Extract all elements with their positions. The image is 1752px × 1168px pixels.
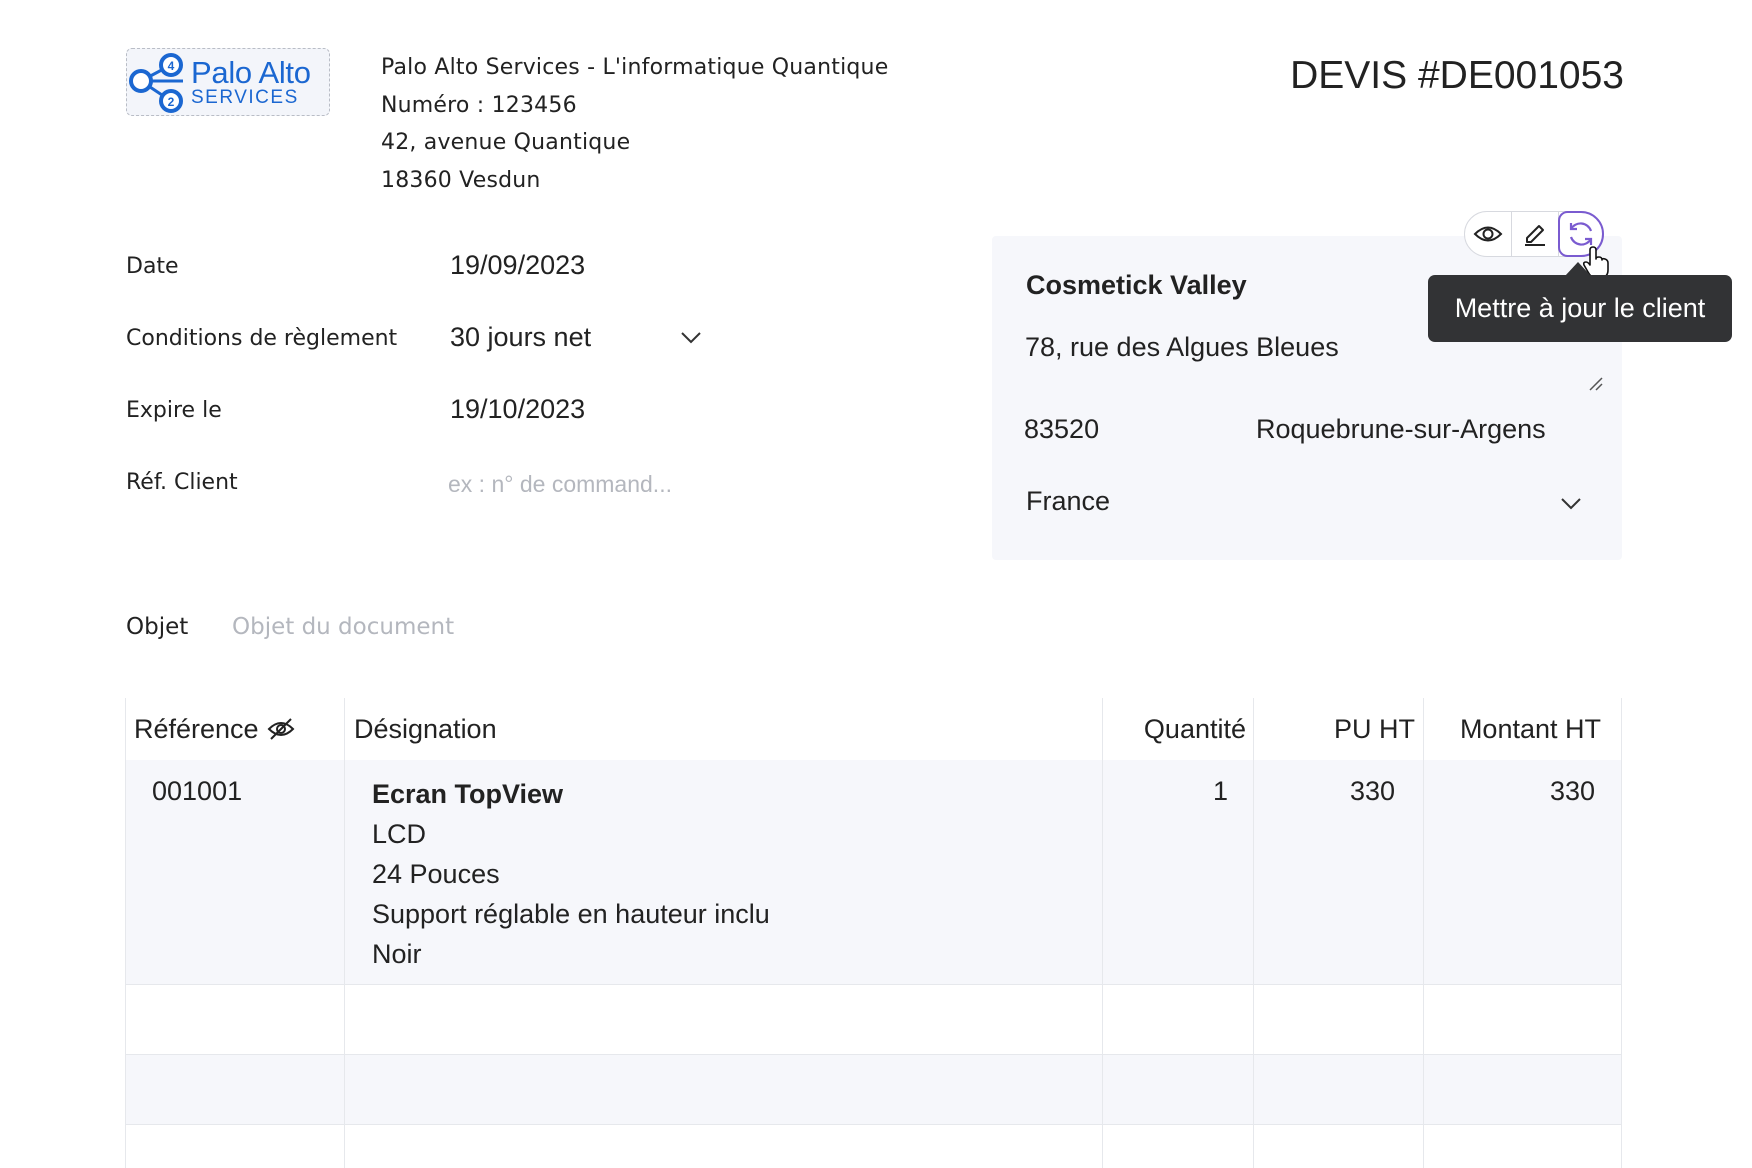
- designation-line: LCD: [372, 819, 427, 849]
- chevron-down-icon: [681, 332, 701, 344]
- header-reference[interactable]: Référence: [134, 698, 295, 760]
- logo-molecule-icon: 4 2: [129, 53, 183, 113]
- table-row[interactable]: [125, 1124, 1622, 1168]
- cell-quantity[interactable]: 1: [1102, 776, 1228, 807]
- logo-name: Palo Alto: [191, 55, 311, 90]
- expires-field[interactable]: 19/10/2023: [450, 394, 585, 425]
- column-divider: [1423, 698, 1424, 1168]
- column-divider: [125, 698, 126, 1168]
- cell-unit-price[interactable]: 330: [1253, 776, 1395, 807]
- header-reference-label: Référence: [134, 713, 259, 744]
- column-divider: [1621, 698, 1622, 1168]
- payment-terms-value: 30 jours net: [450, 322, 592, 352]
- company-name: Palo Alto Services - L'informatique Quan…: [381, 55, 889, 80]
- edit-client-button[interactable]: [1512, 212, 1558, 256]
- client-postcode[interactable]: 83520: [1024, 414, 1099, 445]
- client-name[interactable]: Cosmetick Valley: [1026, 270, 1247, 301]
- client-city[interactable]: Roquebrune-sur-Argens: [1256, 414, 1546, 445]
- header-designation[interactable]: Désignation: [354, 698, 497, 760]
- cell-designation[interactable]: Ecran TopView LCD 24 Pouces Support régl…: [372, 774, 770, 974]
- header-quantity[interactable]: Quantité: [1102, 698, 1246, 760]
- table-row[interactable]: [125, 760, 1622, 984]
- header-unit-price[interactable]: PU HT: [1253, 698, 1415, 760]
- eye-off-icon[interactable]: [267, 717, 295, 741]
- pencil-icon: [1525, 225, 1545, 246]
- designation-line: 24 Pouces: [372, 859, 500, 889]
- company-logo: 4 2 Palo Alto SERVICES: [126, 48, 330, 116]
- document-title: DEVIS #DE001053: [1290, 54, 1624, 97]
- client-ref-label: Réf. Client: [126, 470, 238, 495]
- row-divider: [125, 1124, 1622, 1125]
- client-address[interactable]: 78, rue des Algues Bleues: [1025, 332, 1339, 363]
- client-country: France: [1026, 486, 1111, 516]
- object-label: Objet: [126, 614, 189, 640]
- tooltip-arrow: [1565, 262, 1591, 276]
- eye-icon: [1473, 226, 1503, 242]
- svg-text:2: 2: [168, 95, 175, 109]
- payment-terms-select[interactable]: 30 jours net: [450, 318, 710, 362]
- items-table: Référence Désignation Quantité PU HT Mon…: [125, 698, 1622, 1168]
- designation-title: Ecran TopView: [372, 779, 564, 809]
- logo-subtitle: SERVICES: [191, 87, 299, 108]
- table-row[interactable]: [125, 1054, 1622, 1124]
- column-divider: [344, 698, 345, 1168]
- expires-label: Expire le: [126, 398, 222, 423]
- payment-terms-label: Conditions de règlement: [126, 326, 398, 351]
- company-address: 42, avenue Quantique: [381, 130, 631, 155]
- column-divider: [1253, 698, 1254, 1168]
- company-number: Numéro : 123456: [381, 93, 577, 118]
- resize-handle-icon[interactable]: [1586, 374, 1604, 392]
- tooltip: Mettre à jour le client: [1428, 275, 1732, 342]
- company-city: 18360 Vesdun: [381, 168, 541, 193]
- client-ref-input[interactable]: ex : n° de command...: [448, 471, 672, 498]
- refresh-icon: [1569, 222, 1593, 246]
- client-country-select[interactable]: France: [1024, 480, 1594, 526]
- designation-line: Noir: [372, 939, 422, 969]
- row-divider: [125, 984, 1622, 985]
- date-label: Date: [126, 254, 179, 279]
- chevron-down-icon: [1561, 498, 1581, 510]
- cell-amount[interactable]: 330: [1423, 776, 1595, 807]
- header-amount[interactable]: Montant HT: [1423, 698, 1601, 760]
- svg-text:4: 4: [168, 59, 175, 73]
- column-divider: [1102, 698, 1103, 1168]
- object-input[interactable]: Objet du document: [232, 614, 454, 640]
- table-row[interactable]: [125, 984, 1622, 1054]
- designation-line: Support réglable en hauteur inclu: [372, 899, 770, 929]
- cell-reference[interactable]: 001001: [152, 776, 242, 807]
- row-divider: [125, 1054, 1622, 1055]
- view-client-button[interactable]: [1465, 212, 1511, 256]
- date-field[interactable]: 19/09/2023: [450, 250, 585, 281]
